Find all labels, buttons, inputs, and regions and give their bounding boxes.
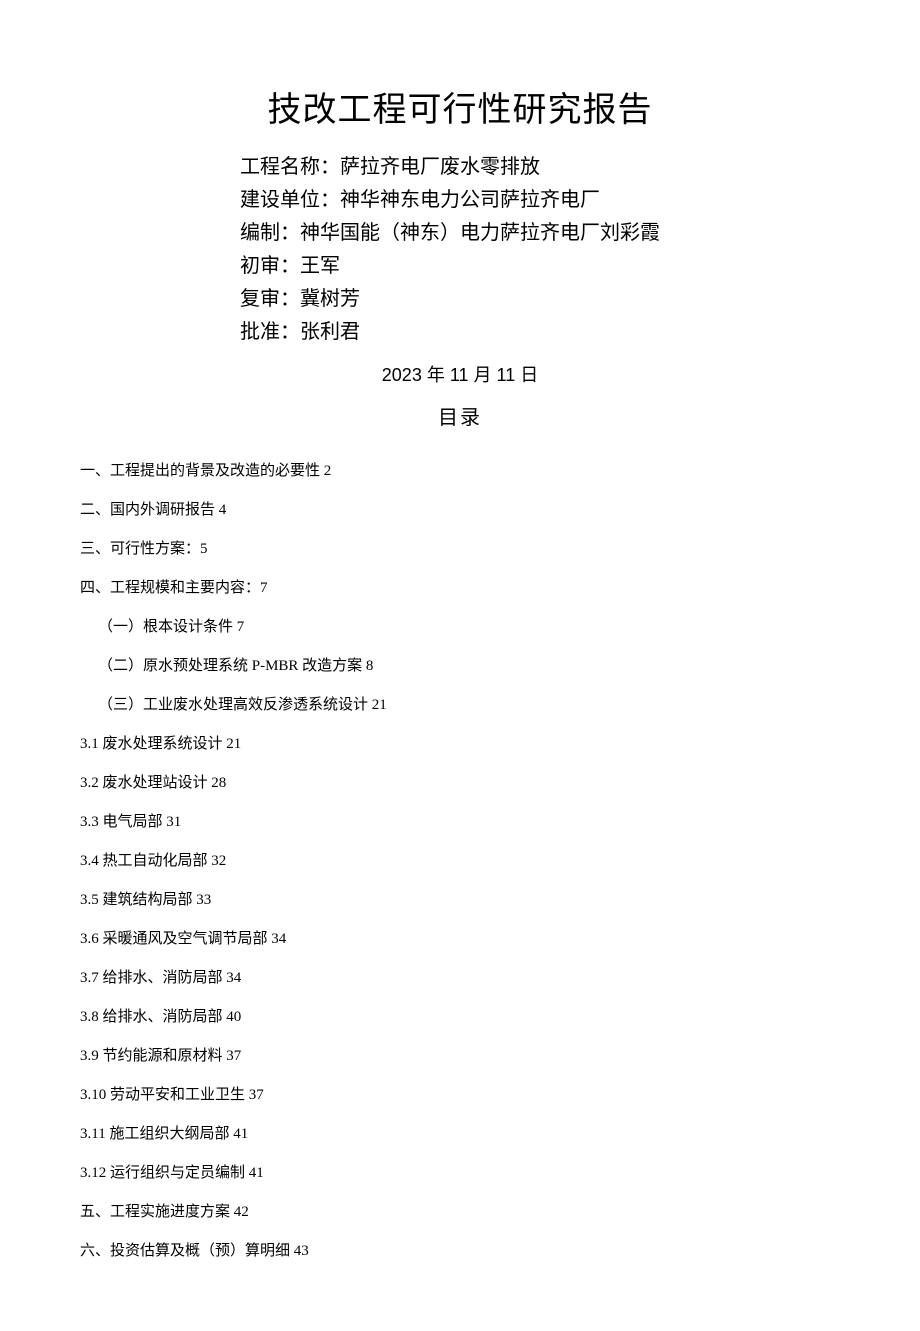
toc-list: 一、工程提出的背景及改造的必要性 2二、国内外调研报告 4三、可行性方案：5四、…: [80, 452, 840, 1271]
meta-approve: 批准：张利君: [240, 316, 840, 349]
toc-item: 3.4 热工自动化局部 32: [80, 842, 840, 881]
toc-item: 一、工程提出的背景及改造的必要性 2: [80, 452, 840, 491]
document-date: 2023 年 11 月 11 日: [80, 361, 840, 387]
toc-item: （二）原水预处理系统 P-MBR 改造方案 8: [98, 647, 840, 686]
toc-heading: 目录: [80, 401, 840, 430]
toc-item: 3.1 废水处理系统设计 21: [80, 725, 840, 764]
toc-item: 3.9 节约能源和原材料 37: [80, 1037, 840, 1076]
document-page: 技改工程可行性研究报告 工程名称：萨拉齐电厂废水零排放 建设单位：神华神东电力公…: [0, 0, 920, 1331]
toc-item: 六、投资估算及概（预）算明细 43: [80, 1232, 840, 1271]
meta-author: 编制：神华国能（神东）电力萨拉齐电厂刘彩霞: [240, 217, 840, 250]
toc-item: 3.10 劳动平安和工业卫生 37: [80, 1076, 840, 1115]
toc-item: 三、可行性方案：5: [80, 530, 840, 569]
toc-item: （三）工业废水处理高效反渗透系统设计 21: [98, 686, 840, 725]
toc-item: 3.8 给排水、消防局部 40: [80, 998, 840, 1037]
meta-first-review: 初审：王军: [240, 250, 840, 283]
toc-item: 五、工程实施进度方案 42: [80, 1193, 840, 1232]
meta-block: 工程名称：萨拉齐电厂废水零排放 建设单位：神华神东电力公司萨拉齐电厂 编制：神华…: [240, 151, 840, 349]
toc-item: 3.2 废水处理站设计 28: [80, 764, 840, 803]
toc-item: 3.3 电气局部 31: [80, 803, 840, 842]
toc-item: 3.5 建筑结构局部 33: [80, 881, 840, 920]
toc-item: 3.6 采暖通风及空气调节局部 34: [80, 920, 840, 959]
toc-item: 3.11 施工组织大纲局部 41: [80, 1115, 840, 1154]
toc-item: 四、工程规模和主要内容：7: [80, 569, 840, 608]
toc-item: 3.7 给排水、消防局部 34: [80, 959, 840, 998]
document-title: 技改工程可行性研究报告: [80, 82, 840, 131]
toc-item: 二、国内外调研报告 4: [80, 491, 840, 530]
meta-second-review: 复审：冀树芳: [240, 283, 840, 316]
toc-item: （一）根本设计条件 7: [98, 608, 840, 647]
meta-build-unit: 建设单位：神华神东电力公司萨拉齐电厂: [240, 184, 840, 217]
toc-item: 3.12 运行组织与定员编制 41: [80, 1154, 840, 1193]
meta-project-name: 工程名称：萨拉齐电厂废水零排放: [240, 151, 840, 184]
